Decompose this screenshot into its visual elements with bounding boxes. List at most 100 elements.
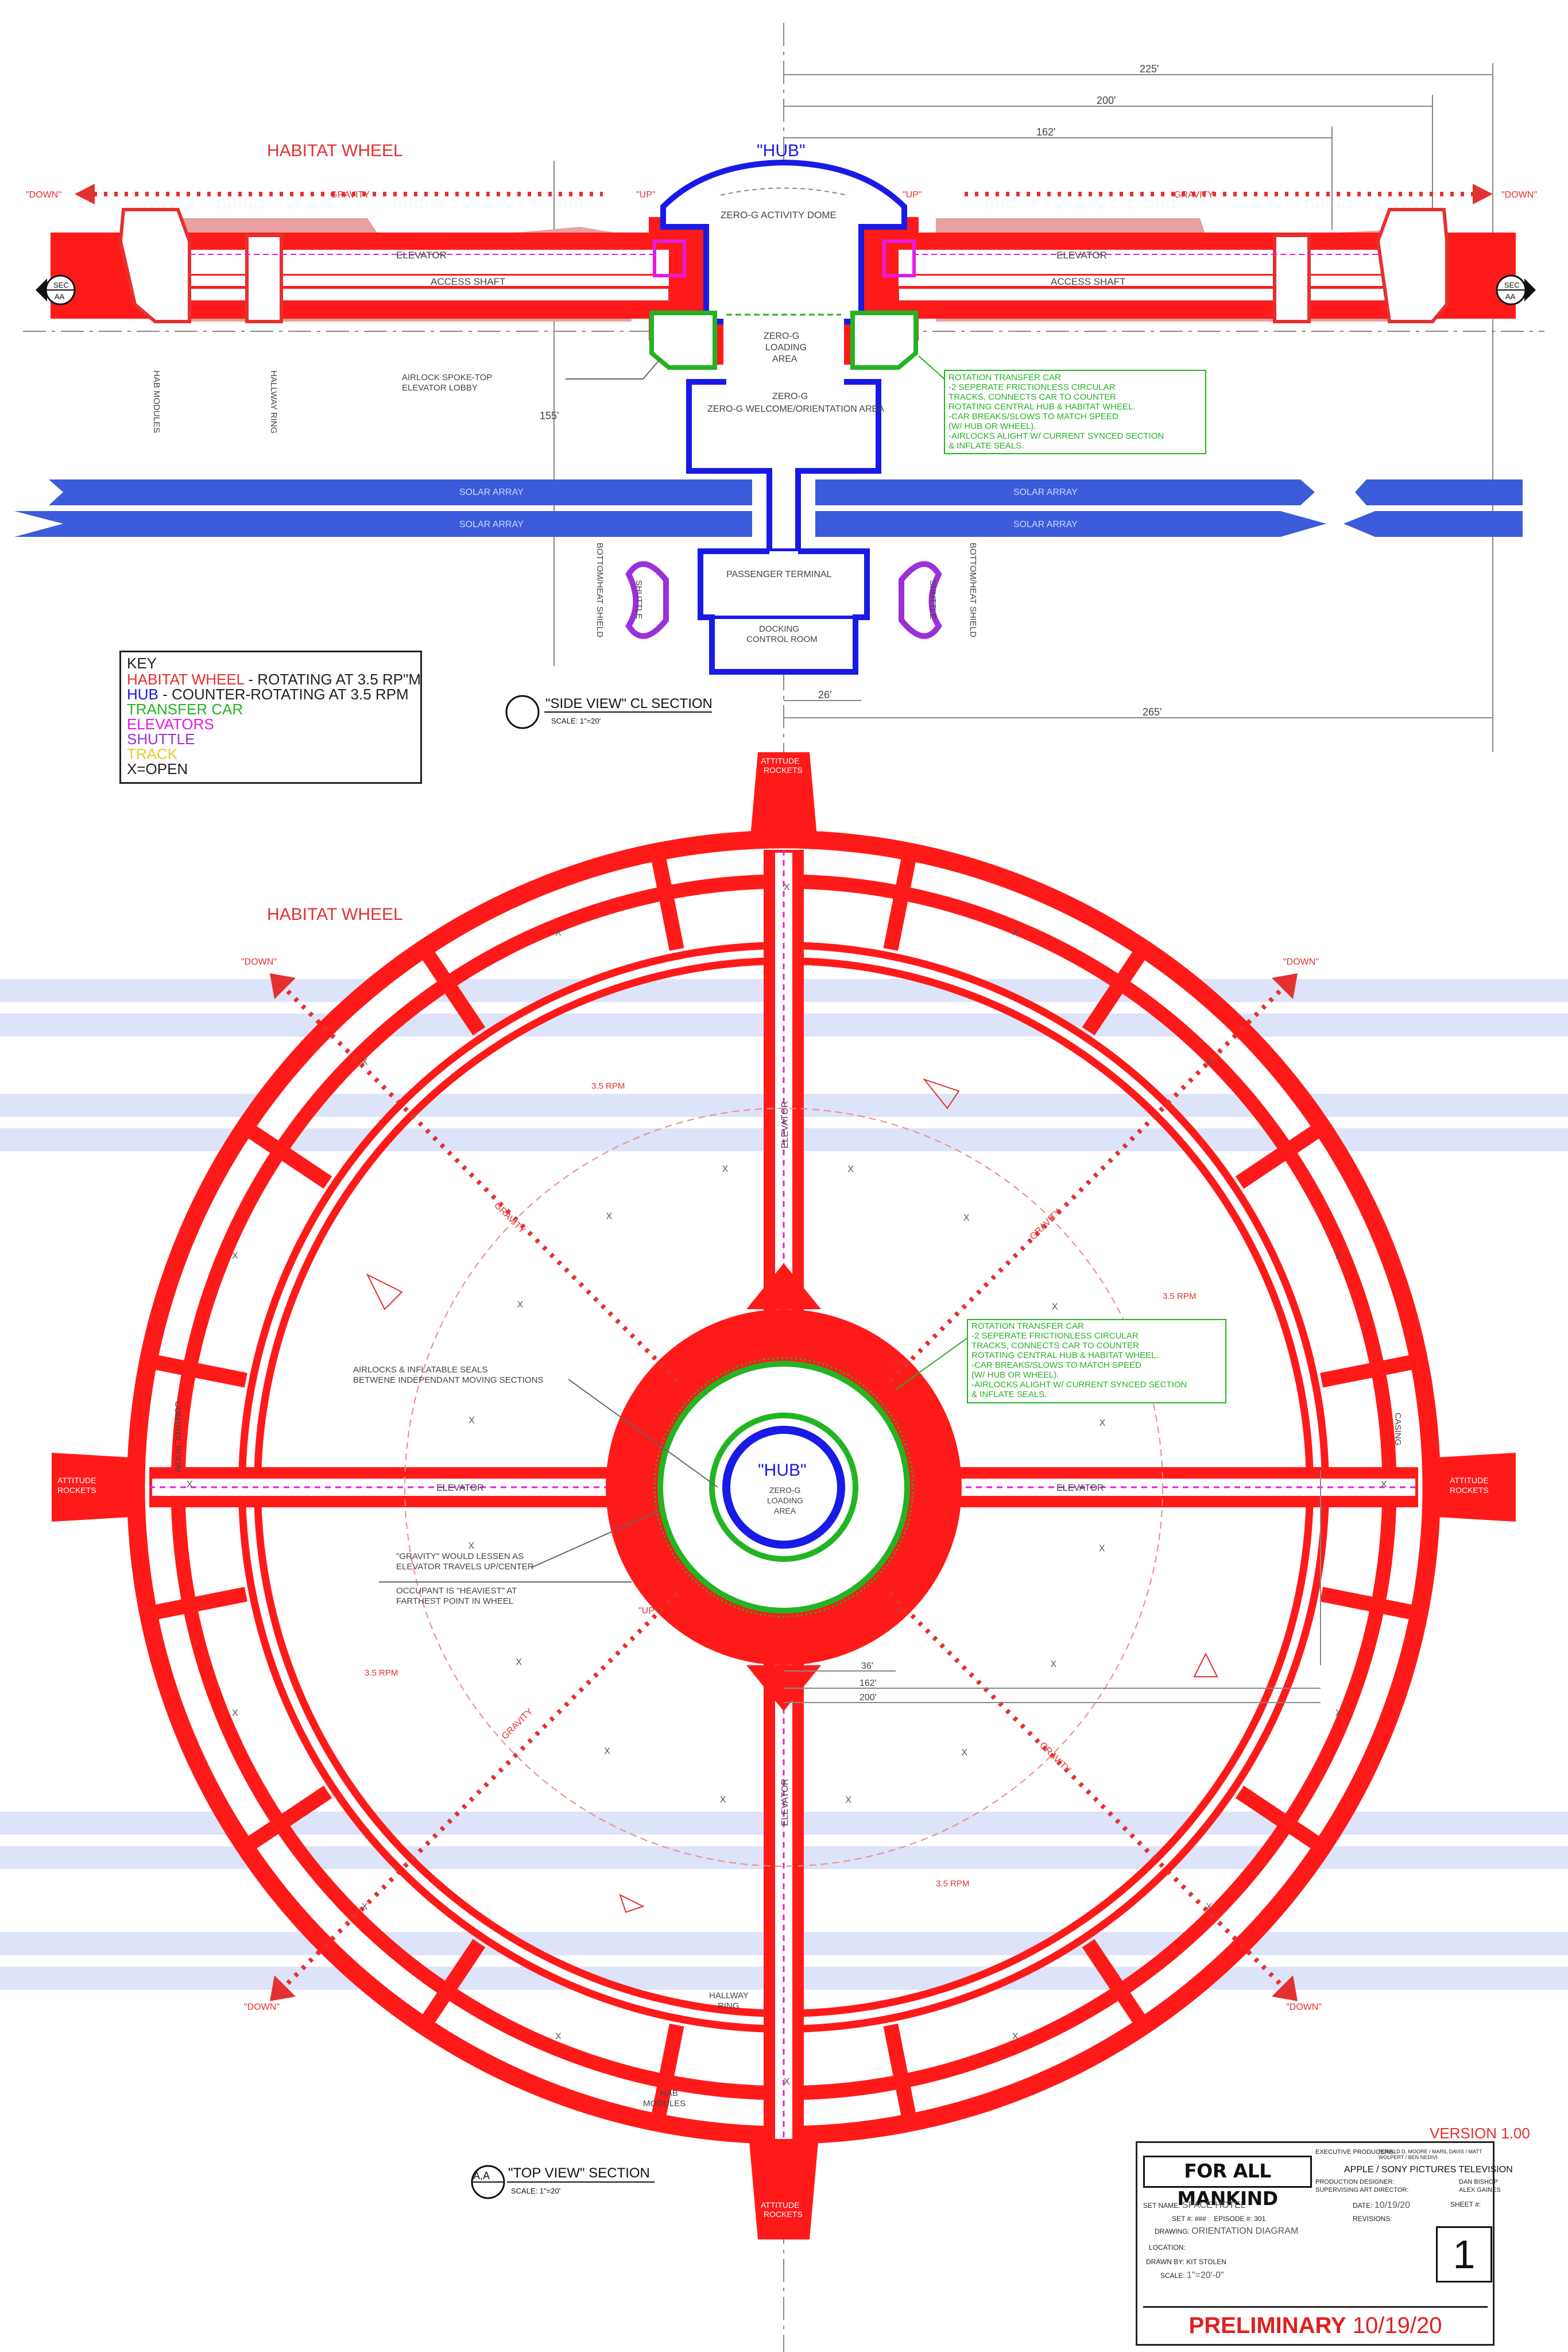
top-habitat-wheel-label: HABITAT WHEEL — [267, 905, 403, 924]
welcome-label-1: ZERO-G — [772, 392, 808, 401]
open-mark: X — [784, 2077, 790, 2087]
top-dim-200: 200' — [860, 1693, 877, 1703]
svg-text:-AIRLOCKS ALIGHT W/ CURRENT SY: -AIRLOCKS ALIGHT W/ CURRENT SYNCED SECTI… — [971, 1380, 1187, 1390]
svg-text:(W/ HUB OR WHEEL).: (W/ HUB OR WHEEL). — [948, 421, 1036, 431]
gravity-label-tl: GRAVITY — [492, 1201, 527, 1236]
scale-label: SCALE: — [1160, 2272, 1185, 2280]
open-mark: X — [468, 1541, 474, 1551]
rpm-label-4: 3.5 RPM — [936, 1879, 969, 1889]
top-section-scale: SCALE: 1"=20' — [511, 2187, 560, 2195]
sheet-label: SHEET #: — [1450, 2200, 1481, 2208]
key-item-track: TRACK — [127, 745, 178, 763]
zero-g-loading-label-3: AREA — [772, 354, 797, 364]
open-mark: X — [847, 1165, 854, 1174]
key-item-transfer-car: TRANSFER CAR — [127, 701, 243, 718]
solar-array-label-2: SOLAR ARRAY — [459, 520, 524, 529]
heaviest-note-2: FARTHEST POINT IN WHEEL — [396, 1596, 513, 1606]
shuttle-label-right: SHUTTLE — [928, 580, 938, 619]
up-label-tr: "UP" — [889, 1359, 908, 1369]
date-row: DATE: 10/19/20 — [1353, 2200, 1410, 2211]
key-item-open: X=OPEN — [127, 760, 188, 777]
dim-26: 26' — [818, 689, 831, 701]
zero-g-loading-label-1: ZERO-G — [764, 331, 799, 341]
drawn-by-label: DRAWN BY: — [1146, 2258, 1184, 2266]
habitat-wheel-label: HABITAT WHEEL — [267, 141, 403, 160]
preliminary-stamp: PRELIMINARY 10/19/20 — [1143, 2306, 1488, 2342]
open-mark: X — [516, 1657, 522, 1667]
elevator-label-left: ELEVATOR — [396, 250, 447, 261]
open-mark: X — [517, 1300, 524, 1310]
elevator-label-right: ELEVATOR — [1056, 1483, 1104, 1493]
open-mark: X — [963, 1213, 970, 1223]
top-section-id: A,A — [473, 2170, 490, 2181]
top-zero-g-2: LOADING — [767, 1496, 803, 1505]
docking-label-1: DOCKING — [759, 624, 799, 634]
drawing-label: DRAWING: — [1155, 2227, 1190, 2235]
episode-label: EPISODE #: — [1214, 2215, 1252, 2223]
open-mark: X — [1012, 928, 1019, 938]
elevator-label-right: ELEVATOR — [1056, 250, 1107, 261]
drawing-row: DRAWING: ORIENTATION DIAGRAM — [1155, 2226, 1298, 2237]
svg-text:ROTATING CENTRAL HUB & HABITAT: ROTATING CENTRAL HUB & HABITAT WHEEL. — [948, 402, 1136, 412]
dim-200: 200' — [1097, 95, 1116, 106]
svg-text:(W/ HUB OR WHEEL).: (W/ HUB OR WHEEL). — [971, 1370, 1059, 1380]
open-mark: X — [845, 1796, 851, 1805]
top-dim-36: 36' — [861, 1661, 873, 1671]
sup-ad: ALEX GAINES — [1459, 2187, 1501, 2194]
shuttle-label-left: SHUTTLE — [634, 580, 644, 619]
hallway-ring-label: HALLWAY RING — [269, 370, 278, 434]
down-arrowhead-left — [75, 184, 95, 204]
transfer-car-right — [850, 311, 918, 370]
docking-label-2: CONTROL ROOM — [746, 635, 818, 644]
welcome-label-2: ZERO-G WELCOME/ORIENTATION AREA — [707, 404, 884, 414]
transfer-car-left — [649, 311, 717, 370]
down-arrowhead-right — [1473, 184, 1493, 204]
scale: 1"=20'-0" — [1187, 2270, 1224, 2280]
revisions-label: REVISIONS: — [1353, 2215, 1392, 2223]
open-mark: X — [1052, 1302, 1058, 1312]
side-section-title: "SIDE VIEW" CL SECTION — [545, 696, 713, 711]
section-marker-side — [505, 695, 540, 729]
bottom-heat-shield-left: BOTTOM/HEAT SHIELD — [595, 543, 605, 637]
show-logo: FOR ALL MANKIND — [1143, 2156, 1312, 2210]
airlocks-note-1: AIRLOCKS & INFLATABLE SEALS — [353, 1365, 488, 1375]
down-label-bl: "DOWN" — [244, 2002, 280, 2012]
airlocks-note-2: BETWENE INDEPENDANT MOVING SECTIONS — [353, 1375, 543, 1385]
drawn-by-row: DRAWN BY: KIT STOLEN — [1146, 2258, 1226, 2266]
gravity-label-left: GRAVITY — [330, 190, 370, 200]
open-mark: X — [1381, 1480, 1387, 1490]
attitude-rockets-right: ATTITUDE — [1450, 1476, 1488, 1485]
legend-key: KEY HABITAT WHEEL - ROTATING AT 3.5 RP"M… — [119, 651, 422, 784]
drawn-by: KIT STOLEN — [1186, 2258, 1226, 2266]
attitude-rockets-bottom-2: ROCKETS — [764, 2210, 803, 2219]
svg-text:& INFLATE SEALS.: & INFLATE SEALS. — [971, 1390, 1047, 1399]
top-zero-g-3: AREA — [774, 1506, 796, 1515]
space-hotel-diagram: 225' 200' 162' 155' 26' 265' HABITAT WHE… — [0, 23, 1568, 2352]
svg-text:-CAR BREAKS/SLOWS TO MATCH SPE: -CAR BREAKS/SLOWS TO MATCH SPEED — [948, 412, 1118, 421]
exec-producers: RONALD D. MOORE / MARIL DAVIS / MATT WOL… — [1379, 2149, 1482, 2160]
version-label: VERSION 1.00 — [1430, 2125, 1530, 2142]
dim-155: 155' — [540, 410, 559, 421]
open-mark: X — [187, 1480, 193, 1490]
svg-text:ROTATING CENTRAL HUB & HABITAT: ROTATING CENTRAL HUB & HABITAT WHEEL. — [971, 1351, 1159, 1360]
open-mark: X — [1335, 1708, 1342, 1718]
open-mark: X — [555, 928, 562, 938]
svg-text:AA: AA — [55, 292, 65, 301]
gravity-label-right: GRAVITY — [1174, 190, 1214, 200]
passenger-terminal-label: PASSENGER TERMINAL — [726, 570, 832, 579]
open-mark: X — [469, 1416, 475, 1426]
hab-modules-label: HAB MODULES — [152, 370, 161, 433]
gravity-note-1: "GRAVITY" WOULD LESSEN AS — [396, 1552, 524, 1561]
svg-text:ROTATION TRANSFER CAR: ROTATION TRANSFER CAR — [948, 373, 1061, 382]
svg-text:ROTATION TRANSFER CAR: ROTATION TRANSFER CAR — [971, 1321, 1084, 1331]
dim-265: 265' — [1143, 706, 1162, 718]
open-mark: X — [961, 1748, 967, 1758]
set-no: ### — [1194, 2215, 1206, 2223]
down-label-tl: "DOWN" — [241, 957, 277, 967]
solar-array-label-1: SOLAR ARRAY — [459, 488, 524, 497]
scale-row: SCALE: 1"=20'-0" — [1160, 2270, 1224, 2281]
prod-designer-label: PRODUCTION DESIGNER: — [1315, 2179, 1395, 2185]
dim-162: 162' — [1036, 126, 1055, 138]
open-mark: X — [1012, 2032, 1019, 2041]
key-title: KEY — [127, 655, 157, 672]
